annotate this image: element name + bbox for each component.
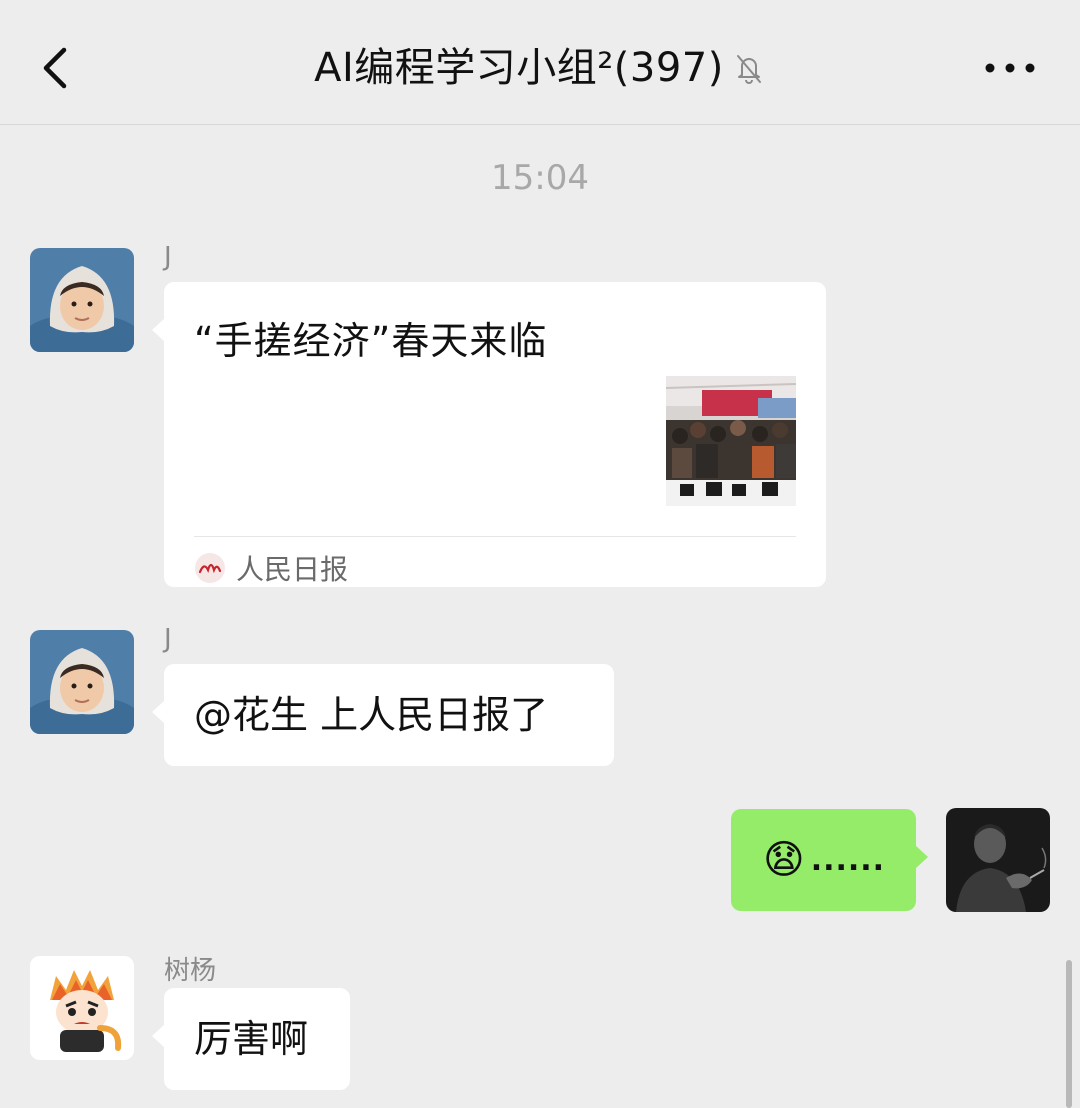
link-source: 人民日报 [194, 546, 348, 590]
message-text: 厉害啊 [194, 1017, 309, 1061]
message-text: 😧 ...... [763, 809, 885, 911]
sender-name: J [164, 242, 172, 272]
link-title: “手搓经济”春天来临 [194, 319, 548, 363]
avatar[interactable] [30, 630, 134, 734]
chat-title-text: AI编程学习小组²(397) [314, 45, 724, 91]
ellipsis-text: ...... [810, 842, 886, 878]
sender-name: J [164, 624, 172, 654]
link-thumbnail [666, 376, 796, 506]
bubble-tail [152, 318, 165, 342]
bell-slash-icon [736, 55, 761, 84]
link-source-name: 人民日报 [236, 553, 349, 586]
hooded-person-avatar-image [30, 630, 134, 734]
anguished-face-emoji: 😧 [763, 837, 805, 883]
self-avatar[interactable] [946, 808, 1050, 912]
chat-header: AI编程学习小组²(397) [0, 0, 1080, 125]
self-text-bubble[interactable]: 😧 ...... [731, 809, 928, 911]
bubble-tail [152, 700, 165, 724]
scrollbar[interactable] [1066, 960, 1072, 1108]
cartoon-character-avatar-image [30, 956, 134, 1060]
avatar[interactable] [30, 248, 134, 352]
bubble-tail [915, 845, 928, 869]
man-smoking-avatar-image [946, 808, 1050, 912]
text-bubble[interactable]: @花生 上人民日报了 [152, 664, 614, 766]
message-text: @花生 上人民日报了 [194, 693, 549, 737]
newspaper-logo-icon [195, 553, 225, 583]
sender-name: 树杨 [164, 956, 217, 986]
avatar[interactable] [30, 956, 134, 1060]
link-card-bubble[interactable]: “手搓经济”春天来临 人民日报 [152, 282, 826, 590]
text-bubble[interactable]: 厉害啊 [152, 988, 350, 1090]
hooded-person-avatar-image [30, 248, 134, 352]
ellipsis-icon [985, 63, 1035, 73]
link-divider [194, 536, 796, 537]
bubble-tail [152, 1024, 165, 1048]
news-photo-image [666, 376, 796, 506]
chat-title: AI编程学习小组²(397) [0, 40, 1080, 96]
more-button[interactable] [980, 48, 1040, 88]
message-timestamp: 15:04 [491, 158, 589, 198]
